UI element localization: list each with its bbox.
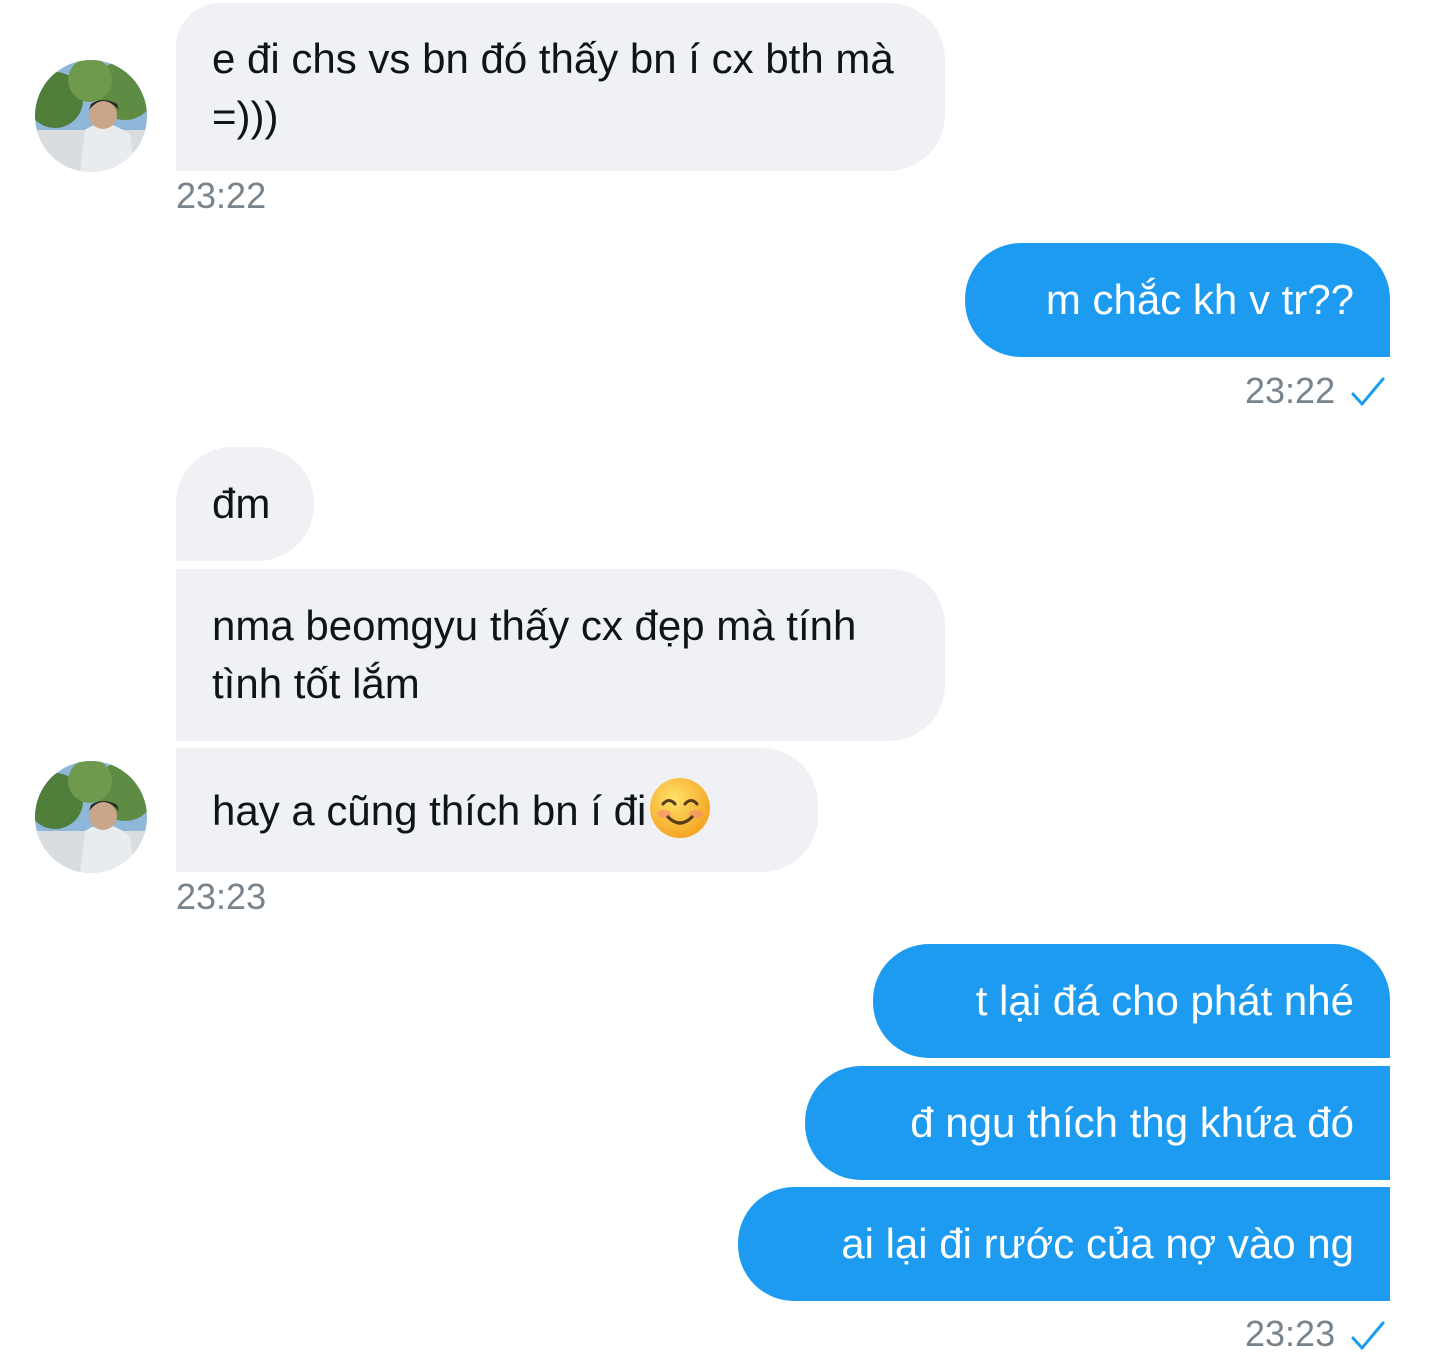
check-icon (1351, 377, 1385, 406)
message-text: m chắc kh v tr?? (1045, 276, 1354, 323)
message-bubble-incoming[interactable]: nma beomgyu thấy cx đẹp mà tính tình tốt… (176, 569, 945, 741)
message-bubble-outgoing[interactable]: đ ngu thích thg khứa đó (805, 1066, 1390, 1180)
avatar-photo (35, 60, 147, 172)
message-bubble-incoming[interactable]: hay a cũng thích bn í đi (176, 748, 818, 872)
message-text: e đi chs vs bn đó thấy bn í cx bth mà =)… (212, 35, 894, 140)
message-bubble-outgoing[interactable]: t lại đá cho phát nhé (873, 944, 1390, 1058)
message-bubble-outgoing[interactable]: m chắc kh v tr?? (965, 243, 1390, 357)
smiling-face-emoji-icon (650, 777, 711, 838)
message-text: ai lại đi rước của nợ vào ng (841, 1220, 1354, 1267)
message-text: hay a cũng thích bn í đi (212, 787, 647, 834)
message-text: đm (212, 480, 271, 527)
message-timestamp: 23:23 (1245, 1313, 1336, 1354)
message-bubble-incoming[interactable]: đm (176, 447, 314, 561)
message-bubble-outgoing[interactable]: ai lại đi rước của nợ vào ng (738, 1187, 1390, 1301)
message-timestamp: 23:22 (1245, 370, 1336, 411)
message-timestamp: 23:23 (176, 876, 267, 917)
message-bubble-incoming[interactable]: e đi chs vs bn đó thấy bn í cx bth mà =)… (176, 3, 945, 171)
check-icon (1351, 1321, 1385, 1350)
avatar[interactable] (35, 60, 147, 172)
avatar[interactable] (35, 761, 147, 873)
message-text: t lại đá cho phát nhé (975, 977, 1354, 1024)
avatar-photo (35, 761, 147, 873)
message-timestamp: 23:22 (176, 175, 267, 216)
message-text: nma beomgyu thấy cx đẹp mà tính tình tốt… (212, 602, 857, 707)
message-text: đ ngu thích thg khứa đó (910, 1099, 1354, 1146)
